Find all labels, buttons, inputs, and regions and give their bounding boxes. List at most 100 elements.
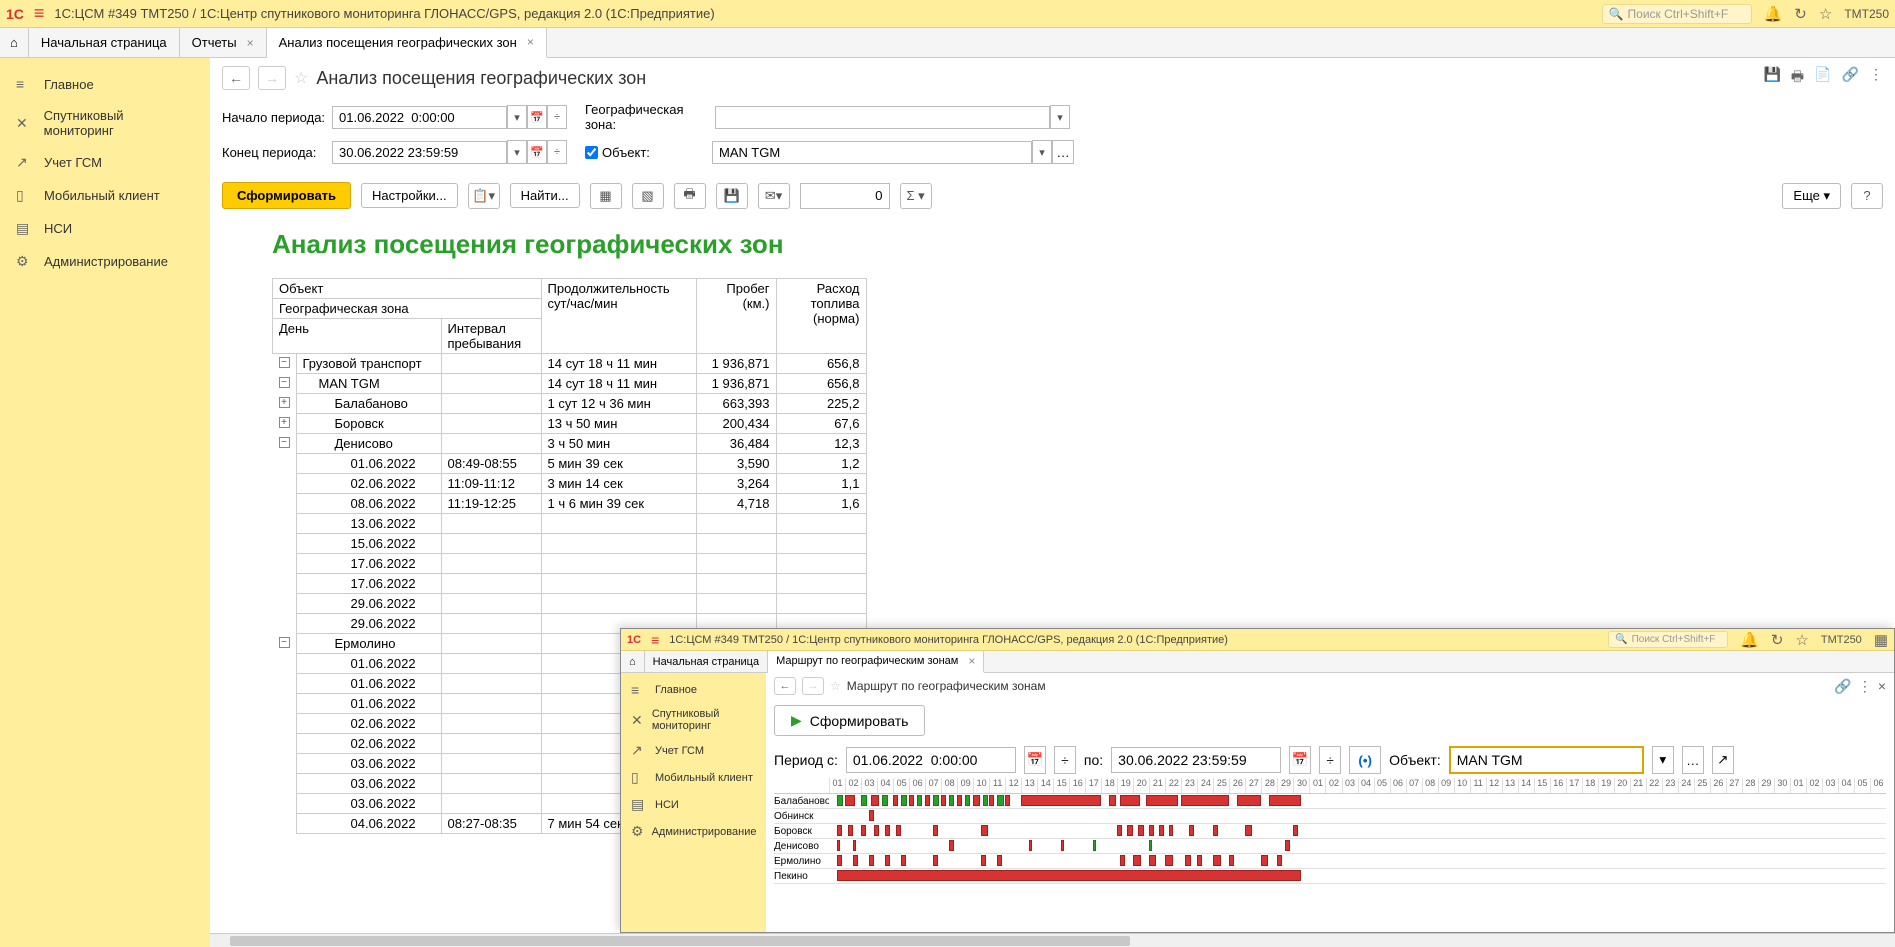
sum-input[interactable] [800,183,890,209]
end-calendar[interactable]: 📅 [527,140,547,164]
gantt-bar[interactable] [917,795,922,806]
gantt-bar[interactable] [901,855,906,866]
tab-home[interactable]: Начальная страница [29,28,180,57]
more-icon[interactable]: ⋮ [1869,66,1883,90]
gantt-bar[interactable] [882,795,888,806]
history-icon[interactable]: ↻ [1771,631,1784,649]
sidebar-item[interactable]: ▤НСИ [0,212,210,245]
calendar-icon[interactable]: 📅 [1024,746,1046,774]
gantt-bar[interactable] [941,795,946,806]
gantt-bar[interactable] [896,825,901,836]
expand-cell[interactable] [273,494,297,514]
options-button[interactable]: 📋▾ [468,183,500,209]
object-open-button[interactable]: ↗ [1712,746,1734,774]
gantt-bar[interactable] [1109,795,1115,806]
gantt-bar[interactable] [1261,855,1267,866]
horizontal-scrollbar[interactable] [210,933,1895,947]
gantt-bar[interactable] [997,855,1002,866]
expand-cell[interactable] [273,694,297,714]
zone-dropdown[interactable]: ▾ [1050,105,1070,129]
expand-cell[interactable] [273,574,297,594]
more-button[interactable]: Еще ▾ [1782,183,1841,209]
expand-button[interactable]: ▦ [590,183,622,209]
table-row[interactable]: +Боровск13 ч 50 мин200,43467,6 [273,414,867,434]
gantt-bar[interactable] [1093,840,1096,851]
history-icon[interactable]: ↻ [1794,5,1807,23]
overlay-object-input[interactable] [1449,746,1644,774]
gantt-bar[interactable] [973,795,979,806]
table-row[interactable]: 02.06.202211:09-11:123 мин 14 сек3,2641,… [273,474,867,494]
gantt-bar[interactable] [1197,855,1202,866]
sidebar-item[interactable]: ✕Спутниковый мониторинг [621,703,766,737]
expand-cell[interactable] [273,654,297,674]
table-row[interactable]: 01.06.202208:49-08:555 мин 39 сек3,5901,… [273,454,867,474]
sidebar-item[interactable]: ⚙Администрирование [0,245,210,278]
gantt-bar[interactable] [909,795,914,806]
calendar-icon[interactable]: 📅 [1289,746,1311,774]
gantt-bar[interactable] [925,795,930,806]
sidebar-item[interactable]: ↗Учет ГСМ [0,146,210,179]
save-button[interactable]: 💾 [716,183,748,209]
table-row[interactable]: +Балабаново1 сут 12 ч 36 мин663,393225,2 [273,394,867,414]
gantt-bar[interactable] [949,840,954,851]
tab-route[interactable]: Маршрут по географическим зонам× [768,651,984,673]
object-select-button[interactable]: … [1052,140,1074,164]
gantt-bar[interactable] [933,855,938,866]
expand-cell[interactable] [273,714,297,734]
object-dropdown[interactable]: ▾ [1032,140,1052,164]
gantt-bar[interactable] [871,795,879,806]
gantt-bar[interactable] [848,825,853,836]
link-icon[interactable]: 🔗 [1842,66,1859,90]
gantt-bar[interactable] [837,855,842,866]
sidebar-item[interactable]: ≡Главное [0,68,210,100]
gantt-bar[interactable] [1185,855,1191,866]
nav-forward-button[interactable]: → [802,677,824,695]
start-calendar[interactable]: 📅 [527,105,547,129]
gantt-bar[interactable] [837,825,842,836]
close-icon[interactable]: × [527,35,534,49]
gantt-bar[interactable] [1146,795,1178,806]
gantt-bar[interactable] [869,810,874,821]
settings-button[interactable]: Настройки... [361,183,458,208]
sidebar-item[interactable]: ✕Спутниковый мониторинг [0,100,210,146]
expand-cell[interactable]: − [273,434,297,454]
search-input[interactable]: 🔍 Поиск Ctrl+Shift+F [1608,631,1728,648]
tab-home-icon[interactable]: ⌂ [0,28,29,57]
gantt-bar[interactable] [1120,855,1125,866]
gantt-bar[interactable] [1149,825,1154,836]
gantt-bar[interactable] [983,795,988,806]
object-dropdown[interactable]: ▾ [1652,746,1674,774]
gantt-bar[interactable] [989,795,994,806]
link-icon[interactable]: 🔗 [1834,678,1851,695]
gantt-bar[interactable] [1061,840,1064,851]
expand-cell[interactable] [273,774,297,794]
gantt-bar[interactable] [893,795,898,806]
object-select-button[interactable]: … [1682,746,1704,774]
gantt-bar[interactable] [1181,795,1229,806]
tab-current[interactable]: Анализ посещения географических зон× [267,28,547,58]
gantt-bar[interactable] [1285,840,1290,851]
gantt-bar[interactable] [1269,795,1301,806]
gantt-bar[interactable] [965,795,970,806]
gantt-bar[interactable] [861,795,867,806]
bell-icon[interactable]: 🔔 [1740,631,1759,649]
gantt-bar[interactable] [1149,855,1155,866]
gantt-bar[interactable] [997,795,1003,806]
pdf-icon[interactable]: 📄 [1814,66,1831,90]
table-row[interactable]: −Грузовой транспорт14 сут 18 ч 11 мин1 9… [273,354,867,374]
expand-cell[interactable] [273,514,297,534]
gantt-bar[interactable] [1120,795,1139,806]
gantt-bar[interactable] [1229,855,1234,866]
end-input[interactable] [332,141,507,164]
gantt-bar[interactable] [837,870,1301,881]
expand-cell[interactable] [273,754,297,774]
print-button[interactable]: 🖶 [674,183,706,209]
panel-icon[interactable]: ▦ [1874,631,1888,649]
tab-reports[interactable]: Отчеты× [180,28,267,57]
help-button[interactable]: ? [1851,183,1883,209]
expand-cell[interactable] [273,814,297,834]
stepper-icon[interactable]: ÷ [1054,746,1076,774]
save-icon[interactable]: 💾 [1763,66,1780,90]
overlay-form-button[interactable]: ▶ Сформировать [774,705,925,736]
table-row[interactable]: 29.06.2022 [273,594,867,614]
